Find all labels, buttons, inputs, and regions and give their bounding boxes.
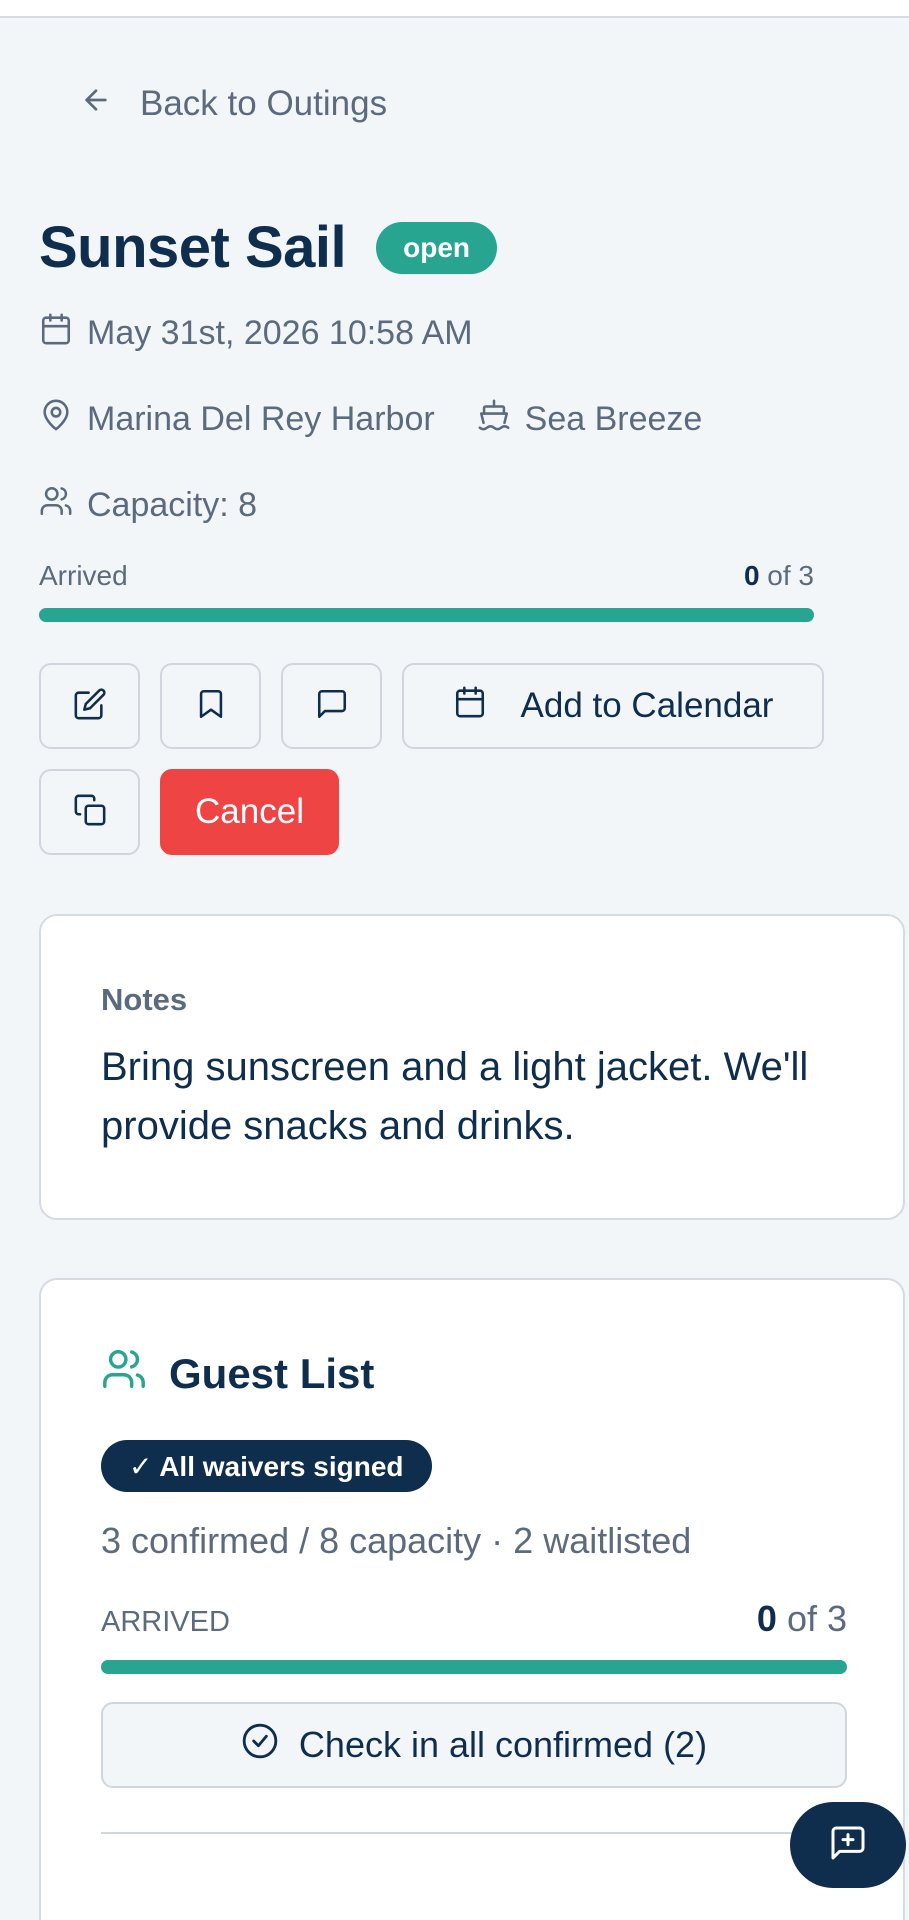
guest-stats: 3 confirmed / 8 capacity · 2 waitlisted bbox=[101, 1520, 692, 1561]
capacity-text: Capacity: 8 bbox=[87, 486, 258, 524]
datetime-text: May 31st, 2026 10:58 AM bbox=[87, 314, 473, 352]
guest-list-header: Guest List bbox=[101, 1346, 374, 1402]
bookmark-button[interactable] bbox=[160, 663, 261, 749]
arrived-progress-bar bbox=[39, 608, 814, 622]
status-badge: open bbox=[376, 221, 498, 274]
check-circle-icon bbox=[241, 1722, 279, 1769]
calendar-icon bbox=[453, 685, 487, 728]
comment-button[interactable] bbox=[281, 663, 382, 749]
arrived-count-row: 0 of 3 bbox=[744, 560, 814, 592]
back-label: Back to Outings bbox=[140, 84, 388, 123]
message-square-icon bbox=[315, 687, 349, 726]
guest-arrived-progress-bar bbox=[101, 1660, 847, 1674]
arrived-label: Arrived bbox=[39, 560, 128, 591]
arrow-left-icon bbox=[80, 84, 112, 125]
guest-list-card: Guest List ✓ All waivers signed 3 confir… bbox=[39, 1278, 905, 1920]
edit-button[interactable] bbox=[39, 663, 140, 749]
bookmark-icon bbox=[194, 687, 228, 726]
boat-name: Sea Breeze bbox=[524, 400, 703, 438]
message-plus-icon bbox=[828, 1823, 868, 1868]
outing-location-row: Marina Del Rey Harbor Sea Breeze bbox=[39, 398, 702, 441]
cancel-button[interactable]: Cancel bbox=[160, 769, 339, 855]
waiver-status-badge: ✓ All waivers signed bbox=[101, 1440, 432, 1492]
copy-icon bbox=[73, 793, 107, 832]
add-to-calendar-label: Add to Calendar bbox=[520, 686, 774, 725]
notes-label: Notes bbox=[101, 982, 188, 1017]
arrived-count: 0 bbox=[743, 560, 760, 591]
outing-capacity: Capacity: 8 bbox=[39, 484, 257, 527]
feedback-fab-button[interactable] bbox=[790, 1802, 906, 1888]
guest-arrived-count-row: 0 of 3 bbox=[757, 1598, 847, 1640]
ship-icon bbox=[477, 398, 525, 441]
divider bbox=[101, 1832, 847, 1834]
notes-card: Notes Bring sunscreen and a light jacket… bbox=[39, 914, 905, 1220]
edit-icon bbox=[73, 687, 107, 726]
page-title: Sunset Sail bbox=[39, 215, 347, 280]
arrived-total: of 3 bbox=[767, 560, 814, 591]
notes-text: Bring sunscreen and a light jacket. We'l… bbox=[101, 1045, 809, 1148]
check-in-all-label: Check in all confirmed (2) bbox=[298, 1724, 708, 1765]
users-icon bbox=[39, 484, 87, 527]
location-text: Marina Del Rey Harbor bbox=[87, 400, 435, 438]
add-to-calendar-button[interactable]: Add to Calendar bbox=[402, 663, 824, 749]
map-pin-icon bbox=[39, 398, 87, 441]
outing-header: Sunset Sail open bbox=[39, 214, 498, 281]
top-bar bbox=[0, 0, 909, 18]
guest-arrived-progress-label: ARRIVED 0 of 3 bbox=[101, 1598, 847, 1640]
outing-datetime: May 31st, 2026 10:58 AM bbox=[39, 312, 473, 355]
guest-arrived-count: 0 bbox=[756, 1598, 777, 1639]
guest-arrived-total: of 3 bbox=[786, 1598, 847, 1639]
arrived-progress-label: Arrived 0 of 3 bbox=[39, 560, 814, 592]
guest-arrived-label: ARRIVED bbox=[101, 1606, 230, 1638]
users-icon bbox=[101, 1346, 147, 1402]
back-to-outings-link[interactable]: Back to Outings bbox=[80, 82, 387, 126]
calendar-icon bbox=[39, 312, 87, 355]
duplicate-button[interactable] bbox=[39, 769, 140, 855]
check-in-all-button[interactable]: Check in all confirmed (2) bbox=[101, 1702, 847, 1788]
guest-list-title: Guest List bbox=[169, 1350, 375, 1397]
